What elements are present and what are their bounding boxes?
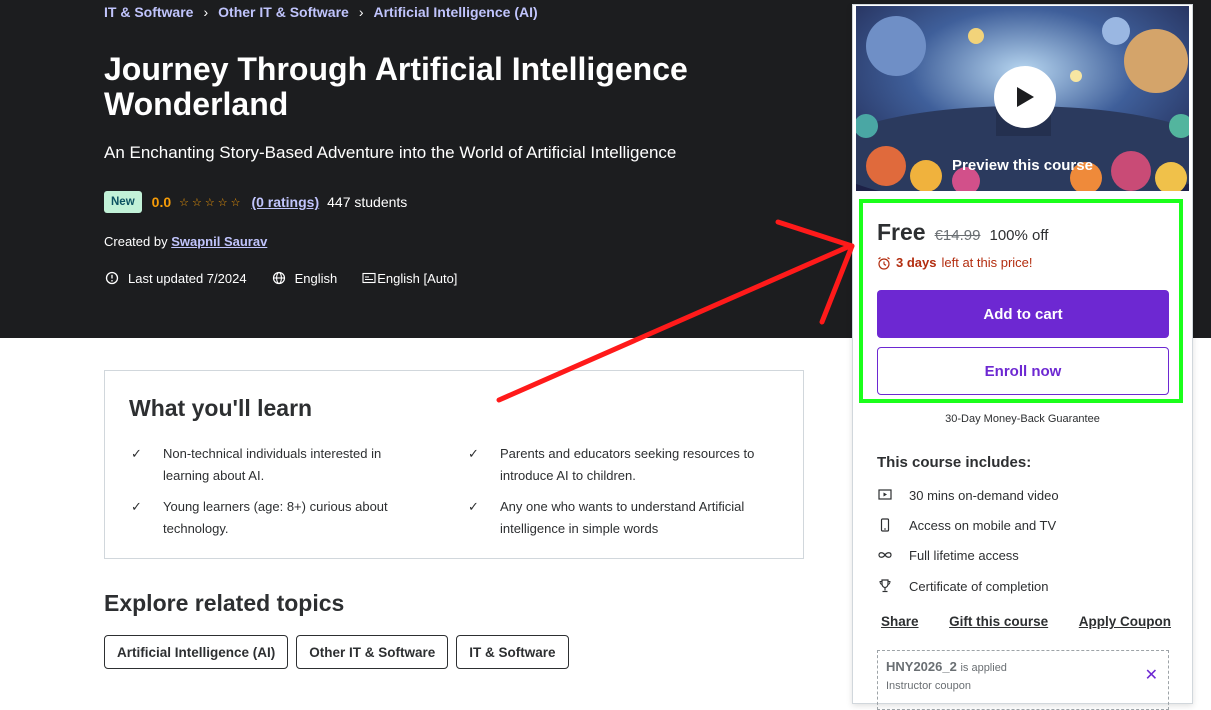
include-item-certificate: Certificate of completion bbox=[877, 578, 1048, 594]
coupon-type: Instructor coupon bbox=[886, 680, 971, 692]
list-item: ✓ Non-technical individuals interested i… bbox=[131, 443, 413, 487]
star-rating-icon: ☆☆☆☆☆ bbox=[179, 196, 244, 209]
breadcrumb-item-other-it[interactable]: Other IT & Software bbox=[218, 4, 349, 20]
created-by-label: Created by bbox=[104, 234, 168, 249]
related-topics: Artificial Intelligence (AI) Other IT & … bbox=[104, 635, 569, 669]
mobile-icon bbox=[877, 517, 893, 533]
include-item-mobile: Access on mobile and TV bbox=[877, 517, 1056, 533]
course-subtitle: An Enchanting Story-Based Adventure into… bbox=[104, 143, 677, 162]
course-language: English bbox=[294, 270, 338, 286]
learn-item-text: Non-technical individuals interested in … bbox=[163, 446, 382, 483]
include-label: Access on mobile and TV bbox=[909, 517, 1057, 533]
breadcrumb-item-ai[interactable]: Artificial Intelligence (AI) bbox=[374, 4, 538, 20]
instructor-link[interactable]: Swapnil Saurav bbox=[171, 234, 267, 249]
video-icon bbox=[877, 487, 893, 503]
learn-title: What you'll learn bbox=[129, 395, 313, 421]
include-item-lifetime: Full lifetime access bbox=[877, 547, 1019, 563]
closed-captions-icon bbox=[361, 270, 377, 286]
rating-value: 0.0 bbox=[151, 194, 172, 210]
include-label: Certificate of completion bbox=[909, 578, 1049, 594]
highlight-box bbox=[859, 199, 1183, 403]
include-label: Full lifetime access bbox=[909, 547, 1019, 563]
chevron-right-icon: › bbox=[203, 4, 209, 20]
alert-clock-icon bbox=[104, 270, 120, 286]
money-back-guarantee: 30-Day Money-Back Guarantee bbox=[945, 413, 1100, 425]
apply-coupon-link[interactable]: Apply Coupon bbox=[1079, 614, 1171, 629]
sidebar-actions: Share Gift this course Apply Coupon bbox=[881, 614, 1171, 629]
last-updated: Last updated 7/2024 bbox=[128, 270, 247, 286]
includes-title: This course includes: bbox=[877, 454, 1032, 471]
include-item-video: 30 mins on-demand video bbox=[877, 487, 1059, 503]
play-button[interactable] bbox=[994, 66, 1056, 128]
close-icon[interactable]: ✕ bbox=[1145, 665, 1158, 685]
chevron-right-icon: › bbox=[358, 4, 364, 20]
course-title: Journey Through Artificial Intelligence … bbox=[104, 51, 688, 122]
infinity-icon bbox=[877, 547, 893, 563]
globe-icon bbox=[271, 270, 287, 286]
check-icon: ✓ bbox=[131, 499, 142, 514]
explore-title: Explore related topics bbox=[104, 590, 345, 616]
learn-item-text: Young learners (age: 8+) curious about t… bbox=[163, 499, 388, 536]
learn-item-text: Parents and educators seeking resources … bbox=[500, 446, 755, 483]
what-you-will-learn: What you'll learn ✓ Non-technical indivi… bbox=[104, 370, 804, 559]
rating-row: New 0.0 ☆☆☆☆☆ (0 ratings) 447 students bbox=[104, 191, 407, 213]
new-badge: New bbox=[104, 191, 142, 213]
check-icon: ✓ bbox=[468, 446, 479, 461]
topic-ai[interactable]: Artificial Intelligence (AI) bbox=[104, 635, 289, 669]
students-count: 447 students bbox=[327, 194, 408, 210]
course-preview[interactable]: Preview this course bbox=[856, 6, 1189, 191]
list-item: ✓ Young learners (age: 8+) curious about… bbox=[131, 496, 413, 540]
topic-it-software[interactable]: IT & Software bbox=[456, 635, 569, 669]
coupon-applied-text: is applied bbox=[960, 662, 1007, 674]
breadcrumb-item-it-software[interactable]: IT & Software bbox=[104, 4, 193, 20]
list-item: ✓ Any one who wants to understand Artifi… bbox=[468, 496, 780, 540]
play-icon bbox=[1017, 87, 1034, 107]
coupon-code: HNY2026_2 bbox=[886, 659, 957, 674]
topic-other-it[interactable]: Other IT & Software bbox=[296, 635, 449, 669]
ratings-count-link[interactable]: (0 ratings) bbox=[251, 194, 319, 210]
include-label: 30 mins on-demand video bbox=[909, 487, 1059, 503]
check-icon: ✓ bbox=[131, 446, 142, 461]
check-icon: ✓ bbox=[468, 499, 479, 514]
created-by: Created by Swapnil Saurav bbox=[104, 234, 267, 249]
share-link[interactable]: Share bbox=[881, 614, 919, 629]
learn-item-text: Any one who wants to understand Artifici… bbox=[500, 499, 745, 536]
list-item: ✓ Parents and educators seeking resource… bbox=[468, 443, 780, 487]
trophy-icon bbox=[877, 578, 893, 594]
course-meta: Last updated 7/2024 English English [Aut… bbox=[104, 270, 457, 286]
course-captions: English [Auto] bbox=[377, 270, 458, 286]
applied-coupon: HNY2026_2 is applied Instructor coupon ✕ bbox=[877, 650, 1169, 710]
preview-label: Preview this course bbox=[952, 157, 1093, 174]
breadcrumb: IT & Software › Other IT & Software › Ar… bbox=[104, 4, 538, 20]
gift-course-link[interactable]: Gift this course bbox=[949, 614, 1048, 629]
